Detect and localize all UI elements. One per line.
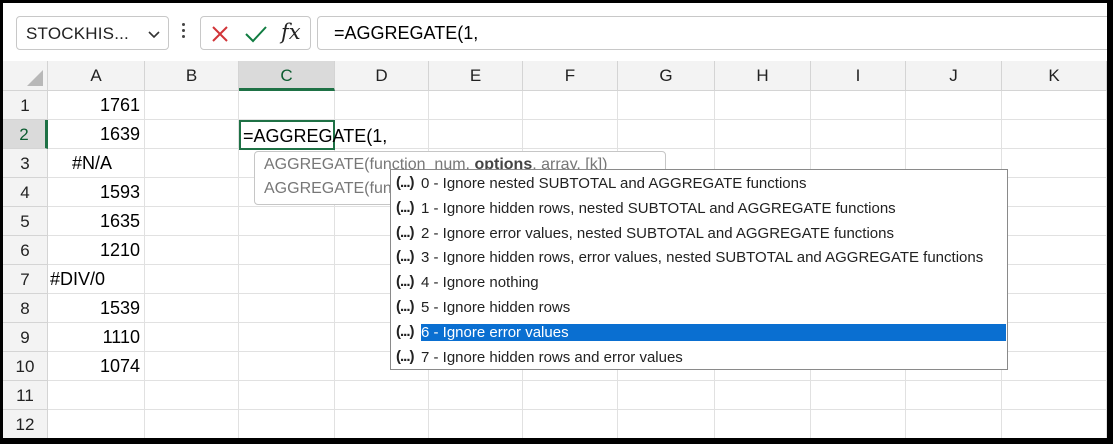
formula-input[interactable]: =AGGREGATE(1, [317, 16, 1107, 50]
option-label: 4 - Ignore nothing [421, 274, 539, 292]
gridline-horizontal [48, 148, 1107, 149]
cell-a10[interactable]: 1074 [48, 352, 140, 381]
option-value-icon: (...) [396, 322, 414, 340]
cell-a3[interactable]: #N/A [72, 149, 112, 178]
option-item-6[interactable]: (...) 6 - Ignore error values [392, 321, 1006, 346]
option-item-3[interactable]: (...) 3 - Ignore hidden rows, error value… [392, 246, 1006, 271]
option-label: 5 - Ignore hidden rows [421, 299, 571, 316]
option-item-1[interactable]: (...) 1 - Ignore hidden rows, nested SUBT… [392, 197, 1006, 222]
cell-a8[interactable]: 1539 [48, 294, 140, 323]
option-value-icon: (...) [396, 298, 414, 315]
option-label: 3 - Ignore hidden rows, error values, ne… [421, 249, 984, 267]
cell-a1[interactable]: 1761 [48, 91, 140, 120]
column-header-i[interactable]: I [811, 61, 906, 91]
row-header-3[interactable]: 3 [3, 149, 48, 178]
column-header-f[interactable]: F [523, 61, 618, 91]
option-value-icon: (...) [396, 223, 414, 241]
row-header-6[interactable]: 6 [3, 236, 48, 265]
cell-a2[interactable]: 1639 [48, 120, 140, 149]
row-header-9[interactable]: 9 [3, 323, 48, 352]
option-item-4[interactable]: (...) 4 - Ignore nothing [392, 271, 1006, 296]
gridline-horizontal [48, 409, 1107, 410]
option-value-icon: (...) [396, 198, 414, 216]
formula-text: =AGGREGATE(1, [334, 23, 479, 43]
option-value-icon: (...) [396, 273, 414, 291]
gridline-horizontal [48, 119, 1107, 120]
column-header-b[interactable]: B [145, 61, 239, 91]
active-cell-text: =AGGREGATE(1, [243, 126, 388, 146]
cancel-icon[interactable] [210, 24, 230, 44]
column-header-e[interactable]: E [429, 61, 523, 91]
row-header-5[interactable]: 5 [3, 207, 48, 236]
column-header-a[interactable]: A [48, 61, 145, 91]
enter-checkmark-icon[interactable] [244, 24, 268, 44]
row-header-7[interactable]: 7 [3, 265, 48, 294]
cell-a7[interactable]: #DIV/0 [50, 265, 105, 294]
gridline-horizontal [48, 380, 1107, 381]
more-options-icon[interactable] [179, 21, 187, 45]
chevron-down-icon[interactable] [146, 26, 162, 42]
option-label: 6 - Ignore error values [421, 323, 1006, 341]
column-header-g[interactable]: G [618, 61, 715, 91]
formula-buttons: fx [200, 16, 311, 50]
insert-function-icon[interactable]: fx [281, 20, 301, 44]
cell-a4[interactable]: 1593 [48, 178, 140, 207]
column-header-c[interactable]: C [239, 61, 335, 91]
column-header-h[interactable]: H [715, 61, 811, 91]
row-header-11[interactable]: 11 [3, 381, 48, 410]
column-header-k[interactable]: K [1002, 61, 1107, 91]
function-options-dropdown: (...) 0 - Ignore nested SUBTOTAL and AGGR… [390, 169, 1008, 370]
name-box[interactable]: STOCKHIS... [16, 16, 169, 50]
option-value-icon: (...) [396, 248, 414, 266]
option-label: 1 - Ignore hidden rows, nested SUBTOTAL … [421, 199, 896, 217]
option-label: 2 - Ignore error values, nested SUBTOTAL… [421, 224, 894, 242]
column-header-d[interactable]: D [335, 61, 429, 91]
cell-a9[interactable]: 1110 [48, 323, 140, 352]
column-header-j[interactable]: J [906, 61, 1002, 91]
option-item-0[interactable]: (...) 0 - Ignore nested SUBTOTAL and AGGR… [392, 172, 1006, 197]
active-cell-c2[interactable]: =AGGREGATE(1, [239, 120, 387, 150]
row-header-2[interactable]: 2 [3, 120, 48, 149]
option-value-icon: (...) [396, 347, 414, 365]
option-value-icon: (...) [396, 174, 414, 191]
option-item-2[interactable]: (...) 2 - Ignore error values, nested SUB… [392, 222, 1006, 247]
row-header-12[interactable]: 12 [3, 410, 48, 438]
option-item-5[interactable]: (...) 5 - Ignore hidden rows [392, 296, 1006, 321]
cell-a5[interactable]: 1635 [48, 207, 140, 236]
option-item-7[interactable]: (...) 7 - Ignore hidden rows and error va… [392, 346, 1006, 371]
row-header-1[interactable]: 1 [3, 91, 48, 120]
name-box-value: STOCKHIS... [26, 24, 129, 43]
row-header-8[interactable]: 8 [3, 294, 48, 323]
cell-a6[interactable]: 1210 [48, 236, 140, 265]
option-label: 0 - Ignore nested SUBTOTAL and AGGREGATE… [421, 175, 807, 192]
excel-window: STOCKHIS... fx =AGGREGATE(1, ABCDEFGHIJK… [3, 3, 1107, 438]
option-label: 7 - Ignore hidden rows and error values [421, 348, 683, 366]
formula-bar: STOCKHIS... fx =AGGREGATE(1, [3, 3, 1107, 61]
row-header-4[interactable]: 4 [3, 178, 48, 207]
row-header-10[interactable]: 10 [3, 352, 48, 381]
select-all-button[interactable] [3, 61, 48, 91]
